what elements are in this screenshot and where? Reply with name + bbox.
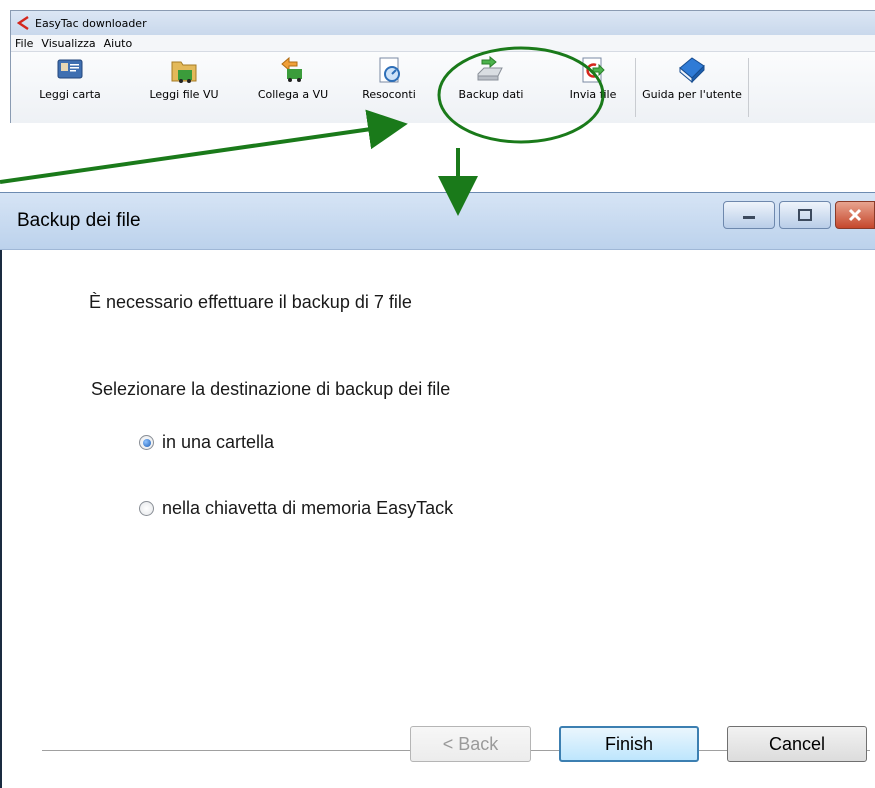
toolbar-label: Invia file [569,88,617,101]
toolbar-label: Leggi carta [39,88,101,101]
cancel-button[interactable]: Cancel [727,726,867,762]
finish-button[interactable]: Finish [559,726,699,762]
maximize-icon [798,209,812,221]
toolbar: Leggi carta Leggi file VU Collega a VU R… [11,52,875,123]
menu-bar: File Visualizza Aiuto [11,35,875,52]
radio-folder[interactable] [139,435,154,450]
maximize-button[interactable] [779,201,831,229]
toolbar-button-guida-utente[interactable]: Guida per l'utente [636,52,748,123]
menu-file[interactable]: File [11,37,37,50]
pointer-arrow [0,109,408,184]
connect-vu-icon [281,56,302,82]
dialog-title: Backup dei file [17,210,141,231]
toolbar-separator [748,58,749,117]
user-guide-book-icon [679,57,705,84]
close-button[interactable] [835,201,875,229]
option-usb-key-label: nella chiavetta di memoria EasyTack [162,498,454,518]
toolbar-label: Collega a VU [257,88,329,101]
dialog-body: È necessario effettuare il backup di 7 f… [0,250,875,788]
reports-icon [379,57,400,83]
dialog-title-bar: Backup dei file [0,193,875,250]
app-window: EasyTac downloader File Visualizza Aiuto… [10,10,875,123]
toolbar-button-collega-a-vu[interactable]: Collega a VU [239,52,347,123]
menu-visualizza[interactable]: Visualizza [37,37,99,50]
toolbar-button-leggi-file-vu[interactable]: Leggi file VU [129,52,239,123]
toolbar-button-invia-file[interactable]: Invia file [551,52,635,123]
read-vu-file-icon [171,61,197,83]
toolbar-label: Leggi file VU [149,88,219,101]
menu-aiuto[interactable]: Aiuto [100,37,137,50]
app-title-bar: EasyTac downloader [11,11,875,35]
window-controls [723,201,875,229]
app-logo-icon [17,16,29,30]
toolbar-label: Resoconti [362,88,416,101]
toolbar-button-backup-dati[interactable]: Backup dati [431,52,551,123]
send-file-icon [582,57,605,83]
minimize-button[interactable] [723,201,775,229]
option-usb-key[interactable]: nella chiavetta di memoria EasyTack [139,498,453,519]
backup-count-message: È necessario effettuare il backup di 7 f… [89,292,412,312]
app-title: EasyTac downloader [35,16,147,30]
option-folder-label: in una cartella [162,432,275,452]
destination-prompt: Selezionare la destinazione di backup de… [91,379,451,399]
backup-dialog: Backup dei file È necessario effettuare … [0,192,875,788]
back-button[interactable]: < Back [410,726,531,762]
option-folder[interactable]: in una cartella [139,432,274,453]
minimize-icon [743,216,755,219]
toolbar-label: Guida per l'utente [642,88,742,101]
close-icon [848,208,862,222]
backup-drive-icon [477,56,503,81]
toolbar-label: Backup dati [458,88,524,101]
toolbar-button-leggi-carta[interactable]: Leggi carta [11,52,129,123]
radio-usb-key[interactable] [139,501,154,516]
toolbar-button-resoconti[interactable]: Resoconti [347,52,431,123]
card-reader-icon [57,59,83,79]
